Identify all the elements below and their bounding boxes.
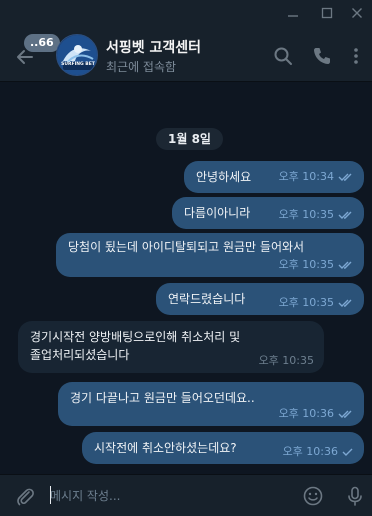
avatar[interactable]: SURFING BET <box>56 34 98 76</box>
message-time: 오후 10:35 <box>258 354 314 367</box>
message-text: 경기 다끝나고 원금만 들어오던데요.. <box>70 391 255 405</box>
message-outgoing[interactable]: 다름이아니라 오후 10:35 <box>172 197 364 229</box>
message-text: 시작전에 취소안하셨는데요? <box>94 441 237 455</box>
message-list[interactable]: 1월 8일 안녕하세요 오후 10:34 다름이아니라 오후 10:35 당첨이… <box>0 82 372 474</box>
double-check-icon <box>338 261 352 269</box>
message-time: 오후 10:35 <box>279 207 354 223</box>
more-vertical-icon[interactable] <box>345 45 367 67</box>
message-outgoing[interactable]: 경기 다끝나고 원금만 들어오던데요.. 오후 10:36 <box>58 382 364 426</box>
paperclip-icon[interactable] <box>14 485 36 507</box>
double-check-icon <box>338 410 352 418</box>
single-check-icon <box>342 448 353 456</box>
message-text: 다름이아니라 <box>184 206 251 220</box>
date-separator: 1월 8일 <box>156 128 223 150</box>
chat-header: ..66 SURFING BET 서핑벳 고객센터 최근에 접속함 <box>0 32 372 82</box>
message-time: 오후 10:35 <box>279 295 354 311</box>
message-text: 당첨이 됬는데 아이디탈퇴되고 원금만 들어와서 <box>68 240 305 254</box>
microphone-icon[interactable] <box>344 485 366 507</box>
message-time: 오후 10:36 <box>279 406 354 422</box>
search-icon[interactable] <box>272 45 294 67</box>
message-text: 연락드렸습니다 <box>168 292 246 306</box>
window-titlebar <box>0 0 372 32</box>
message-outgoing[interactable]: 연락드렸습니다 오후 10:35 <box>156 283 364 315</box>
message-time: 오후 10:34 <box>279 169 354 185</box>
message-incoming[interactable]: 경기시작전 양방배팅으로인해 취소처리 및 졸업처리되셨습니다 오후 10:35 <box>18 321 324 373</box>
minimize-icon[interactable] <box>282 6 304 26</box>
unread-count-badge[interactable]: ..66 <box>24 34 60 52</box>
message-outgoing[interactable]: 시작전에 취소안하셨는데요? 오후 10:36 <box>82 432 364 464</box>
double-check-icon <box>338 299 352 307</box>
phone-icon[interactable] <box>311 45 333 67</box>
message-outgoing[interactable]: 안녕하세요 오후 10:34 <box>184 161 364 193</box>
chat-title[interactable]: 서핑벳 고객센터 <box>106 37 201 57</box>
message-composer <box>0 474 372 516</box>
double-check-icon <box>338 211 352 219</box>
message-input[interactable] <box>50 485 290 507</box>
message-time: 오후 10:35 <box>279 257 354 273</box>
message-text-line2: 졸업처리되셨습니다 <box>30 348 130 362</box>
avatar-logo-text: SURFING BET <box>61 62 95 67</box>
maximize-icon[interactable] <box>316 6 338 26</box>
emoji-icon[interactable] <box>302 485 324 507</box>
chat-status: 최근에 접속함 <box>106 60 177 74</box>
message-time: 오후 10:36 <box>283 444 354 460</box>
message-text-line1: 경기시작전 양방배팅으로인해 취소처리 및 <box>30 330 241 344</box>
close-icon[interactable] <box>346 6 368 26</box>
message-text: 안녕하세요 <box>196 170 252 184</box>
double-check-icon <box>338 173 352 181</box>
message-outgoing[interactable]: 당첨이 됬는데 아이디탈퇴되고 원금만 들어와서 오후 10:35 <box>56 233 364 277</box>
